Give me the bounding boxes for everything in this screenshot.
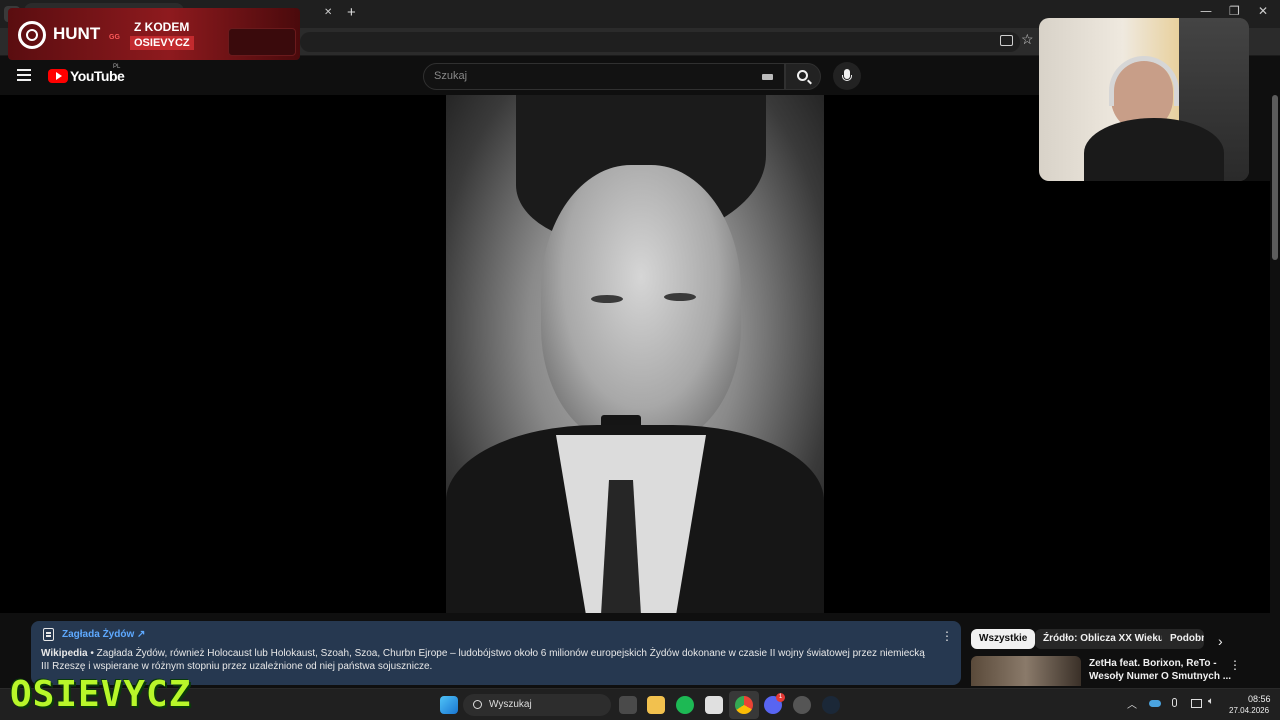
search-button[interactable] bbox=[785, 63, 821, 90]
search-icon bbox=[473, 700, 482, 709]
microphone-tray-icon[interactable] bbox=[1172, 698, 1177, 707]
region-code: PL bbox=[113, 64, 121, 70]
chip-similar[interactable]: Podobne bbox=[1162, 629, 1204, 649]
sponsor-brand-suffix: GG bbox=[109, 34, 120, 41]
chrome-icon[interactable] bbox=[735, 696, 753, 714]
taskbar-search-label: Wyszukaj bbox=[489, 699, 532, 710]
omnibox[interactable] bbox=[300, 32, 1020, 52]
taskbar-search[interactable]: Wyszukaj bbox=[463, 694, 611, 716]
info-card-body: • Zagłada Żydów, również Holocaust lub H… bbox=[41, 648, 925, 672]
steam-icon[interactable] bbox=[822, 696, 840, 714]
video-frame-portrait bbox=[446, 95, 824, 613]
secondary-column bbox=[1095, 181, 1270, 613]
search-placeholder: Szukaj bbox=[434, 70, 468, 82]
app-icon[interactable] bbox=[793, 696, 811, 714]
keyboard-icon[interactable] bbox=[762, 74, 773, 80]
file-explorer-icon[interactable] bbox=[647, 696, 665, 714]
restore-icon[interactable]: ❐ bbox=[1229, 4, 1240, 18]
chip-source[interactable]: Źródło: Oblicza XX Wieku bbox=[1035, 629, 1173, 649]
info-card-title: Zagłada Żydów bbox=[62, 629, 135, 640]
install-app-icon[interactable] bbox=[1000, 35, 1013, 46]
search-icon bbox=[797, 70, 808, 81]
minimize-icon[interactable]: — bbox=[1200, 4, 1212, 18]
close-window-icon[interactable]: ✕ bbox=[1258, 4, 1268, 18]
start-windows-icon[interactable] bbox=[440, 696, 458, 714]
video-thumbnail[interactable] bbox=[971, 656, 1081, 686]
webcam-overlay bbox=[1039, 18, 1249, 181]
page-scrollbar[interactable] bbox=[1272, 95, 1278, 260]
sponsor-line1: Z KODEM bbox=[134, 20, 190, 34]
spotify-icon[interactable] bbox=[676, 696, 694, 714]
task-view-icon[interactable] bbox=[619, 696, 637, 714]
chip-all[interactable]: Wszystkie bbox=[971, 629, 1036, 649]
suggested-video-title-1: ZetHa feat. Borixon, ReTo - bbox=[1089, 658, 1217, 669]
sponsor-code: OSIEVYCZ bbox=[130, 36, 194, 50]
sponsor-banner: HUNT GG Z KODEM OSIEVYCZ bbox=[8, 8, 300, 60]
chevron-right-icon[interactable]: › bbox=[1218, 633, 1223, 649]
discord-badge: 1 bbox=[776, 693, 785, 702]
suggested-video-title-2: Wesoły Numer O Smutnych ... bbox=[1089, 671, 1232, 682]
video-player[interactable] bbox=[0, 95, 1095, 613]
search-input[interactable]: Szukaj bbox=[423, 63, 785, 90]
menu-hamburger-icon[interactable] bbox=[17, 69, 31, 81]
headphones-icon bbox=[1109, 56, 1179, 106]
clock-time[interactable]: 08:56 bbox=[1248, 694, 1271, 704]
windows-taskbar: Wyszukaj 1 ︿ 🔈︎ 08:56 27.04.2026 bbox=[0, 688, 1280, 720]
new-tab-button[interactable]: + bbox=[347, 4, 356, 21]
info-card-text: Wikipedia • Zagłada Żydów, również Holoc… bbox=[41, 647, 931, 673]
weapon-case-image bbox=[228, 28, 296, 56]
more-options-icon[interactable]: ⋮ bbox=[941, 629, 953, 643]
youtube-play-icon bbox=[48, 69, 68, 83]
streamer-logo: OSIEVYCZ bbox=[10, 674, 192, 715]
sponsor-brand: HUNT bbox=[53, 24, 101, 43]
external-link-icon: ↗ bbox=[137, 629, 146, 640]
bookmark-star-icon[interactable]: ☆ bbox=[1021, 31, 1034, 48]
suggested-video[interactable]: ZetHa feat. Borixon, ReTo - Wesoły Numer… bbox=[971, 656, 1241, 686]
tab-close-icon[interactable]: ✕ bbox=[324, 7, 332, 18]
volume-icon[interactable]: 🔈︎ bbox=[1208, 696, 1214, 707]
chevron-up-icon[interactable]: ︿ bbox=[1127, 696, 1137, 711]
onedrive-icon[interactable] bbox=[1149, 700, 1161, 707]
voice-search-button[interactable] bbox=[833, 62, 861, 90]
network-icon[interactable] bbox=[1191, 699, 1202, 708]
youtube-logo-text: YouTube bbox=[70, 68, 125, 84]
info-card-source: Wikipedia bbox=[41, 648, 88, 659]
info-card-title-link[interactable]: Zagłada Żydów ↗ bbox=[62, 629, 145, 640]
video-menu-icon[interactable]: ⋮ bbox=[1229, 658, 1241, 672]
store-icon[interactable] bbox=[705, 696, 723, 714]
clock-date[interactable]: 27.04.2026 bbox=[1229, 706, 1269, 715]
